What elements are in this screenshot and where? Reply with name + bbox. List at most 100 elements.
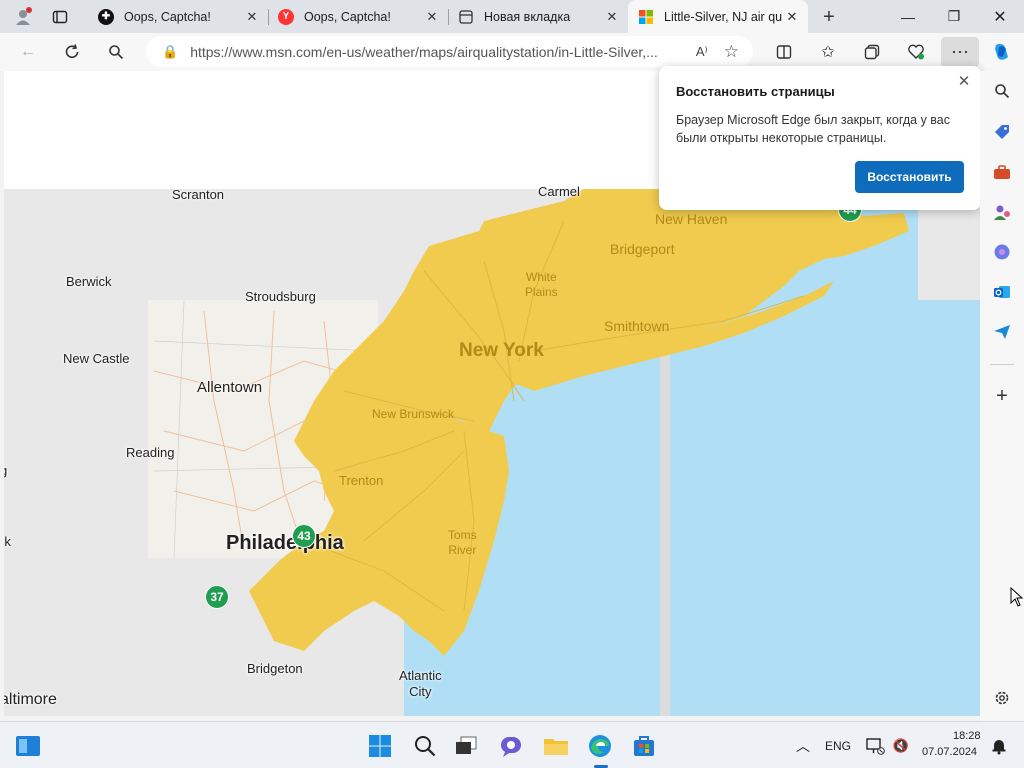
- task-view-button[interactable]: [453, 733, 479, 759]
- edge-taskbar-button[interactable]: [587, 733, 613, 759]
- volume-button[interactable]: 🔇: [888, 733, 914, 759]
- close-icon[interactable]: ✕: [242, 9, 262, 25]
- favorite-star-icon[interactable]: ☆: [724, 42, 739, 62]
- sidebar-copilot-button[interactable]: [992, 242, 1012, 262]
- teams-button[interactable]: [498, 733, 524, 759]
- minimize-button[interactable]: —: [885, 0, 931, 33]
- toolbox-icon: [994, 165, 1010, 179]
- sidebar-divider: [990, 364, 1014, 365]
- network-button[interactable]: [862, 733, 888, 759]
- refresh-icon: [65, 44, 79, 58]
- profile-icon: [16, 7, 32, 25]
- tab-new-tab[interactable]: Новая вкладка ✕: [448, 0, 628, 33]
- collections-button[interactable]: [857, 37, 887, 67]
- copilot-button[interactable]: [987, 37, 1017, 67]
- map-label-carmel: Carmel: [538, 184, 580, 199]
- close-window-button[interactable]: ✕: [977, 0, 1023, 33]
- favorites-button[interactable]: ✩: [813, 37, 843, 67]
- browser-essentials-button[interactable]: [901, 37, 931, 67]
- aqi-marker[interactable]: 37: [205, 585, 229, 609]
- lock-icon: 🔒: [162, 43, 179, 59]
- games-icon: [994, 205, 1010, 220]
- send-icon: [994, 325, 1010, 339]
- taskbar-search-button[interactable]: [412, 733, 438, 759]
- plus-icon: +: [823, 5, 835, 28]
- windows-logo-icon: [369, 735, 391, 757]
- map-label-trenton: Trenton: [339, 473, 384, 488]
- clock-time[interactable]: 18:28: [953, 730, 981, 742]
- outlook-icon: [994, 286, 1010, 298]
- back-button[interactable]: ←: [13, 37, 43, 67]
- restore-pages-dialog: Восстановить страницы Браузер Microsoft …: [659, 66, 981, 210]
- edge-sidebar: +: [980, 71, 1024, 721]
- heart-pulse-icon: [908, 44, 924, 60]
- map-label-atlantic-city: Atlantic City: [399, 668, 442, 699]
- dialog-title: Восстановить страницы: [676, 84, 835, 99]
- map-label-reading: Reading: [126, 445, 175, 460]
- map-label-toms-river: Toms River: [448, 528, 477, 557]
- map-label-smithtown: Smithtown: [604, 318, 670, 334]
- sidebar-search-button[interactable]: [992, 81, 1012, 101]
- tab-title: Oops, Captcha!: [124, 9, 211, 24]
- settings-more-button[interactable]: ⋯: [941, 37, 979, 67]
- sidebar-add-button[interactable]: +: [992, 385, 1012, 407]
- sidebar-tools-button[interactable]: [992, 162, 1012, 182]
- map-label-scranton: Scranton: [172, 187, 225, 202]
- clock-date[interactable]: 07.07.2024: [922, 746, 977, 758]
- sidebar-send-button[interactable]: [992, 322, 1012, 342]
- profile-button[interactable]: [8, 2, 38, 32]
- store-button[interactable]: [631, 733, 657, 759]
- language-indicator[interactable]: ENG: [825, 739, 851, 753]
- close-icon: ✕: [957, 73, 971, 90]
- store-icon: [634, 736, 654, 756]
- sidebar-settings-button[interactable]: [992, 688, 1012, 708]
- restore-button[interactable]: Восстановить: [855, 161, 964, 193]
- map-label-philadelphia: Philadelphia: [226, 532, 344, 554]
- tab-actions-button[interactable]: [45, 2, 75, 32]
- read-aloud-icon[interactable]: A⁾: [696, 44, 708, 60]
- close-icon[interactable]: ✕: [782, 9, 802, 25]
- sidebar-games-button[interactable]: [992, 202, 1012, 222]
- new-tab-button[interactable]: +: [814, 2, 844, 32]
- captcha-icon: ✚: [98, 8, 114, 25]
- search-button[interactable]: [101, 37, 131, 67]
- map-label-stroudsburg: Stroudsburg: [245, 289, 316, 304]
- dialog-close-button[interactable]: ✕: [955, 72, 973, 90]
- network-icon: [866, 738, 885, 755]
- msn-icon: [638, 9, 654, 25]
- close-icon[interactable]: ✕: [422, 9, 442, 25]
- tab-air-quality[interactable]: Little-Silver, NJ air qu ✕: [628, 0, 808, 33]
- notifications-button[interactable]: [986, 733, 1012, 759]
- map-label-bridgeton: Bridgeton: [247, 661, 303, 676]
- more-dots-icon: ⋯: [951, 41, 969, 62]
- show-hidden-icons-button[interactable]: ︿: [790, 733, 816, 759]
- map-label-rk: rk: [4, 534, 11, 549]
- sidebar-outlook-button[interactable]: [992, 282, 1012, 302]
- start-button[interactable]: [367, 733, 393, 759]
- close-icon: ✕: [993, 8, 1007, 26]
- screen: { "tabs": [ {"title": "", "icon": "profi…: [0, 0, 1024, 768]
- file-explorer-button[interactable]: [543, 733, 569, 759]
- map-label-g: g: [4, 463, 7, 478]
- refresh-button[interactable]: [57, 37, 87, 67]
- gear-icon: [995, 691, 1009, 705]
- favorites-icon: ✩: [821, 44, 835, 61]
- split-screen-button[interactable]: [769, 37, 799, 67]
- tab-captcha-1[interactable]: ✚ Oops, Captcha! ✕: [88, 0, 268, 33]
- close-icon[interactable]: ✕: [602, 9, 622, 25]
- address-bar[interactable]: 🔒 https://www.msn.com/en-us/weather/maps…: [146, 36, 753, 67]
- back-arrow-icon: ←: [20, 43, 36, 60]
- search-icon: [415, 736, 436, 757]
- widgets-button[interactable]: [15, 733, 41, 759]
- minimize-icon: —: [901, 8, 915, 25]
- sidebar-shopping-button[interactable]: [992, 122, 1012, 142]
- map-label-white-plains: White Plains: [525, 270, 558, 299]
- search-icon: [995, 84, 1010, 99]
- tab-actions-icon: [52, 10, 68, 24]
- dialog-message: Браузер Microsoft Edge был закрыт, когда…: [676, 113, 951, 145]
- restore-button[interactable]: ❐: [931, 0, 977, 33]
- aqi-marker[interactable]: 43: [292, 524, 316, 548]
- tab-captcha-2[interactable]: Y Oops, Captcha! ✕: [268, 0, 448, 33]
- tab-title: Oops, Captcha!: [304, 9, 391, 24]
- copilot-icon: [995, 43, 1008, 60]
